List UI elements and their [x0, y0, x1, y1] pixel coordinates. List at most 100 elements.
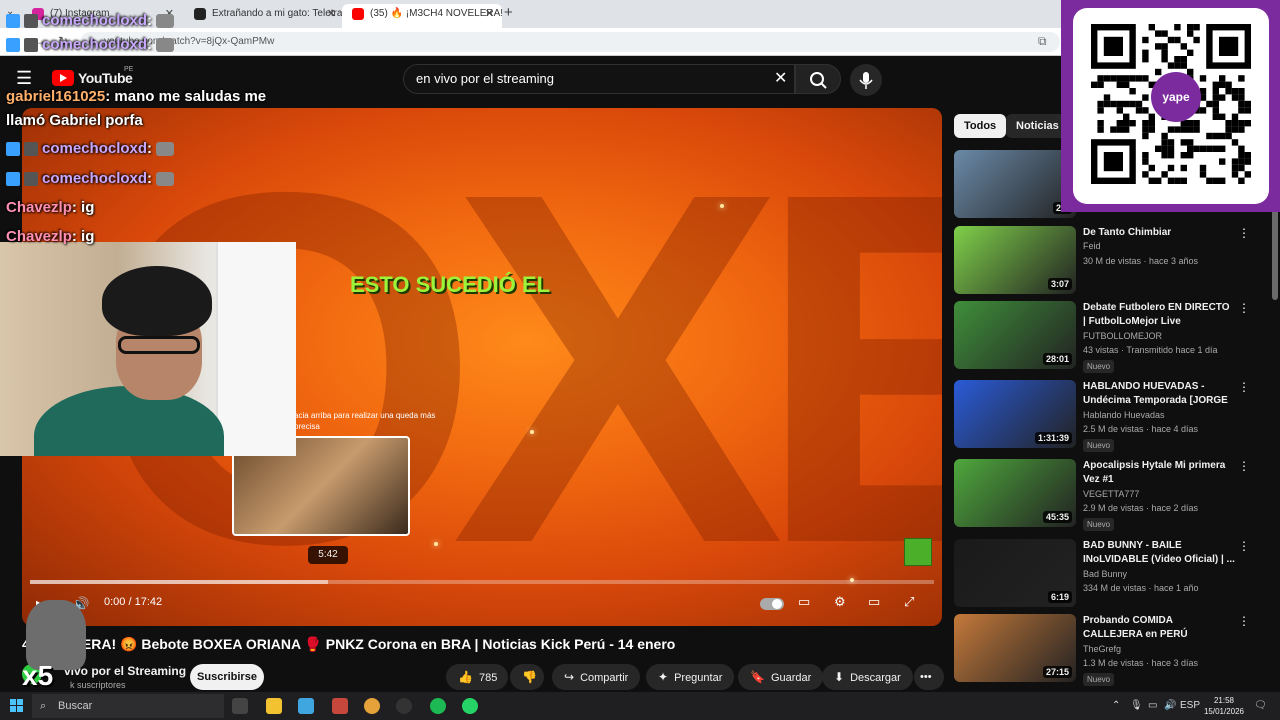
channel-name[interactable]: FUTBOLLOMEJOR: [1083, 331, 1162, 341]
video-title[interactable]: Probando COMIDA CALLEJERA en PERÚ: [1083, 614, 1235, 642]
video-title[interactable]: Apocalipsis Hytale Mi primera Vez #1: [1083, 459, 1235, 487]
channel-name[interactable]: VEGETTA777: [1083, 489, 1139, 499]
taskbar-search[interactable]: ⌕ Buscar: [32, 694, 224, 718]
channel-watermark[interactable]: [904, 538, 932, 566]
video-meta: 30 M de vistas · hace 3 años: [1083, 256, 1199, 266]
chat-username[interactable]: gabriel161025: [6, 88, 105, 105]
tab-gato[interactable]: Extrañando a mi gato: Teletrans ✕: [184, 4, 344, 28]
channel-name[interactable]: Feid: [1083, 241, 1101, 251]
progress-bar[interactable]: [30, 580, 934, 584]
more-options-icon[interactable]: ⋮: [1238, 380, 1250, 394]
more-options-icon[interactable]: ⋮: [1238, 614, 1250, 628]
chrome-icon[interactable]: [364, 698, 380, 714]
new-badge: Nuevo: [1083, 360, 1115, 373]
video-title[interactable]: Debate Futbolero EN DIRECTO | FutbolLoMe…: [1083, 301, 1235, 329]
more-actions-button[interactable]: •••: [914, 664, 944, 690]
more-options-icon[interactable]: ⋮: [1238, 539, 1250, 553]
recommendation-item[interactable]: 6:19 BAD BUNNY - BAILE INoLVIDABLE (Video…: [954, 539, 1280, 611]
channel-name[interactable]: Hablando Huevadas: [1083, 410, 1165, 420]
emote-overlay: x5: [18, 600, 88, 700]
share-icon: ↪: [564, 670, 575, 684]
more-options-icon[interactable]: ⋮: [1238, 459, 1250, 473]
video-title[interactable]: De Tanto Chimbiar: [1083, 226, 1235, 240]
autoplay-toggle[interactable]: [760, 598, 784, 610]
badge-icon: [6, 172, 20, 187]
video-thumbnail[interactable]: 3:07: [954, 226, 1076, 294]
ask-button[interactable]: ✦ Preguntar: [646, 664, 735, 690]
more-options-icon[interactable]: ⋮: [1238, 301, 1250, 315]
video-meta: 1.3 M de vistas · hace 3 días: [1083, 658, 1199, 668]
mic-icon[interactable]: 🎙: [1130, 700, 1143, 711]
channel-name[interactable]: TheGrefg: [1083, 644, 1121, 654]
close-icon[interactable]: ✕: [327, 4, 336, 24]
video-title[interactable]: HABLANDO HUEVADAS - Undécima Temporada […: [1083, 380, 1235, 408]
tray-chevron-icon[interactable]: ⌃: [1112, 700, 1120, 711]
dislike-button[interactable]: 👎: [510, 664, 544, 690]
seek-hint: acia arriba para realizar una queda más …: [294, 411, 436, 431]
video-title[interactable]: BAD BUNNY - BAILE INoLVIDABLE (Video Ofi…: [1083, 539, 1235, 567]
recommendation-item[interactable]: 28:01 Debate Futbolero EN DIRECTO | Futbo…: [954, 301, 1280, 373]
like-button[interactable]: 👍 785: [446, 664, 508, 690]
recommendation-item[interactable]: 27:15 Probando COMIDA CALLEJERA en PERÚ Th…: [954, 614, 1280, 686]
clear-search-icon[interactable]: ✕: [774, 68, 787, 88]
menu-icon[interactable]: ☰: [16, 68, 32, 89]
more-options-icon[interactable]: ⋮: [1238, 226, 1250, 240]
taskbar-search-label: Buscar: [58, 700, 93, 712]
spotify-icon[interactable]: [430, 698, 446, 714]
chat-username[interactable]: comechocloxd: [42, 36, 147, 53]
video-meta: 2.5 M de vistas · hace 4 días: [1083, 424, 1199, 434]
settings-icon[interactable]: ⚙: [834, 594, 846, 610]
file-explorer-icon[interactable]: [266, 698, 282, 714]
video-thumbnail[interactable]: 29:: [954, 150, 1076, 218]
video-thumbnail[interactable]: 28:01: [954, 301, 1076, 369]
chat-text: :: [147, 170, 153, 187]
new-tab-button[interactable]: +: [504, 4, 513, 21]
search-button[interactable]: [795, 64, 841, 94]
app-icon[interactable]: [298, 698, 314, 714]
theater-mode-icon[interactable]: ▭: [868, 594, 880, 610]
chat-username[interactable]: comechocloxd: [42, 170, 147, 187]
emote-icon: [156, 142, 175, 157]
save-button[interactable]: 🔖 Guardar: [738, 664, 824, 690]
video-thumbnail[interactable]: 45:35: [954, 459, 1076, 527]
channel-name[interactable]: Bad Bunny: [1083, 569, 1127, 579]
notifications-icon[interactable]: 🗨: [1254, 700, 1267, 711]
install-app-icon[interactable]: ⧉: [1038, 34, 1047, 49]
share-button[interactable]: ↪ Compartir: [552, 664, 641, 690]
chat-username[interactable]: Chavezlp: [6, 199, 72, 216]
task-view-icon[interactable]: [232, 698, 248, 714]
volume-icon[interactable]: 🔊: [1164, 700, 1176, 711]
subscribe-button[interactable]: Suscribirse: [190, 664, 264, 690]
app-icon[interactable]: [332, 698, 348, 714]
chat-username[interactable]: comechocloxd: [42, 140, 147, 157]
recommendation-item[interactable]: 1:31:39 HABLANDO HUEVADAS - Undécima Temp…: [954, 380, 1280, 452]
chat-username[interactable]: Chavezlp: [6, 228, 72, 245]
language-indicator[interactable]: ESP: [1180, 700, 1200, 711]
download-button[interactable]: ⬇ Descargar: [822, 664, 913, 690]
whatsapp-icon[interactable]: [462, 698, 478, 714]
tab-youtube[interactable]: (35) 🔥 ¡M3CH4 NOVELERA! 🔴 ✕: [342, 4, 502, 28]
badge-icon: [6, 142, 20, 157]
windows-start-icon[interactable]: [10, 699, 23, 712]
sparkle-icon: ✦: [658, 670, 669, 684]
youtube-logo-icon[interactable]: [52, 70, 74, 86]
video-thumbnail[interactable]: 6:19: [954, 539, 1076, 607]
chat-text: :: [147, 36, 153, 53]
chat-text: :: [147, 140, 153, 157]
chat-username[interactable]: comechocloxd: [42, 12, 147, 29]
close-icon[interactable]: ✕: [485, 4, 494, 24]
url-field[interactable]: ⚙ youtube.com/watch?v=8jQx-QamPMw: [80, 32, 1060, 52]
recommendation-item[interactable]: 45:35 Apocalipsis Hytale Mi primera Vez #…: [954, 459, 1280, 531]
voice-search-button[interactable]: [850, 64, 882, 96]
fullscreen-icon[interactable]: ⤢: [904, 594, 914, 610]
taskbar-clock[interactable]: 21:58 15/01/2026: [1200, 695, 1248, 717]
network-icon[interactable]: ▭: [1148, 700, 1157, 711]
subtitles-icon[interactable]: ▭: [798, 594, 810, 610]
video-thumbnail[interactable]: 1:31:39: [954, 380, 1076, 448]
badge-icon: [24, 142, 38, 157]
recommendation-item[interactable]: 3:07 De Tanto Chimbiar Feid 30 M de vistas …: [954, 226, 1280, 298]
search-input[interactable]: en vivo por el streaming: [403, 64, 795, 94]
obs-icon[interactable]: [396, 698, 412, 714]
video-thumbnail[interactable]: 27:15: [954, 614, 1076, 682]
chip-all[interactable]: Todos: [954, 114, 1007, 138]
